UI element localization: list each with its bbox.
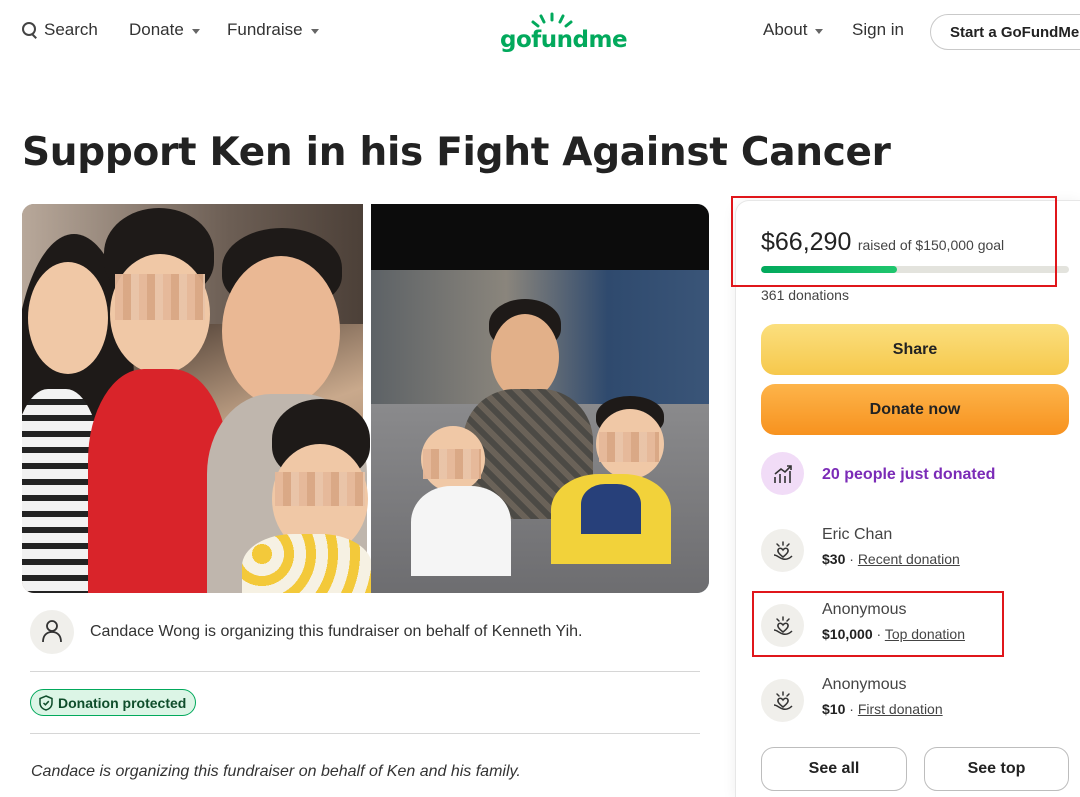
shield-icon <box>39 694 53 711</box>
first-donation-link[interactable]: First donation <box>858 701 943 717</box>
donor-name: Anonymous <box>822 676 907 693</box>
separator: · <box>849 701 854 717</box>
family-photo-right <box>371 204 709 593</box>
search-label: Search <box>44 20 98 39</box>
recent-donors-count: 20 people just donated <box>822 466 996 483</box>
donor-item: Anonymous $10,000 · Top donation <box>761 601 1069 651</box>
badge-label: Donation protected <box>58 694 187 711</box>
search-icon <box>22 22 38 38</box>
about-menu[interactable]: About <box>763 20 824 40</box>
raised-goal-label: raised of $150,000 goal <box>857 237 1005 253</box>
chevron-down-icon <box>815 28 824 34</box>
donation-protected-badge[interactable]: Donation protected <box>30 689 197 716</box>
donor-detail: $10 · First donation <box>822 701 943 717</box>
donor-avatar <box>761 679 804 722</box>
logo-wordmark: gofundme <box>500 27 628 53</box>
organizer-text: Candace Wong is organizing this fundrais… <box>90 623 583 640</box>
organizer-avatar <box>30 610 74 654</box>
separator: · <box>849 551 854 567</box>
fundraise-menu-label: Fundraise <box>227 20 303 39</box>
trending-badge <box>761 452 804 495</box>
donation-amount: $30 <box>822 551 846 567</box>
start-gofundme-button[interactable]: Start a GoFundMe <box>930 14 1080 50</box>
heart-hand-icon <box>773 616 793 635</box>
amount-raised: $66,290 raised of $150,000 goal <box>761 228 1004 257</box>
gofundme-logo[interactable]: gofundme <box>500 12 628 54</box>
share-button[interactable]: Share <box>761 324 1069 375</box>
signin-link[interactable]: Sign in <box>852 20 904 40</box>
donation-amount: $10,000 <box>822 626 873 642</box>
heart-hand-icon <box>773 691 793 710</box>
story-intro: Candace is organizing this fundraiser on… <box>31 763 521 780</box>
recent-donation-link[interactable]: Recent donation <box>858 551 960 567</box>
campaign-photo[interactable] <box>22 204 709 593</box>
progress-bar-fill <box>761 266 898 273</box>
raised-amount: $66,290 <box>761 228 852 256</box>
about-menu-label: About <box>763 20 808 39</box>
donor-detail: $10,000 · Top donation <box>822 626 965 642</box>
chevron-down-icon <box>310 28 319 34</box>
top-donation-link[interactable]: Top donation <box>885 626 965 642</box>
donor-item: Eric Chan $30 · Recent donation <box>761 526 1069 576</box>
search-link[interactable]: Search <box>22 20 98 40</box>
divider <box>30 671 700 672</box>
top-navigation: Search Donate Fundraise gofundme About S… <box>0 0 1080 64</box>
organizer-row: Candace Wong is organizing this fundrais… <box>30 610 700 656</box>
see-top-button[interactable]: See top <box>924 747 1069 791</box>
signin-label: Sign in <box>852 20 904 39</box>
donor-item: Anonymous $10 · First donation <box>761 676 1069 726</box>
person-icon <box>42 620 62 643</box>
fundraise-menu[interactable]: Fundraise <box>227 20 319 40</box>
donor-avatar <box>761 529 804 572</box>
chevron-down-icon <box>191 28 200 34</box>
family-photo-left <box>22 204 372 593</box>
separator: · <box>876 626 882 642</box>
page-title: Support Ken in his Fight Against Cancer <box>22 130 891 175</box>
trending-up-icon <box>774 465 792 483</box>
donation-amount: $10 <box>822 701 846 717</box>
progress-bar <box>761 266 1069 273</box>
divider <box>30 733 700 734</box>
donor-name: Anonymous <box>822 601 907 618</box>
donate-now-button[interactable]: Donate now <box>761 384 1069 435</box>
heart-hand-icon <box>773 541 793 560</box>
donate-menu-label: Donate <box>129 20 184 39</box>
donor-name: Eric Chan <box>822 526 893 543</box>
donor-avatar <box>761 604 804 647</box>
donor-detail: $30 · Recent donation <box>822 551 960 567</box>
see-all-button[interactable]: See all <box>761 747 907 791</box>
donate-menu[interactable]: Donate <box>129 20 200 40</box>
donations-count: 361 donations <box>761 287 849 303</box>
